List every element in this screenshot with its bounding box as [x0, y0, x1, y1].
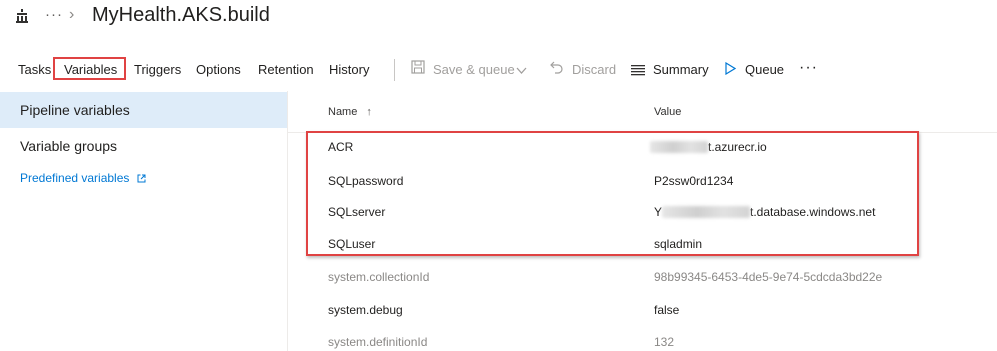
- variable-name[interactable]: system.debug: [328, 303, 403, 317]
- chevron-down-icon[interactable]: [516, 62, 527, 80]
- breadcrumb-separator: ›: [69, 6, 75, 23]
- undo-icon: [550, 60, 564, 79]
- nav-variable-groups[interactable]: Variable groups: [0, 128, 287, 164]
- header-bar: ··· › MyHealth.AKS.build: [0, 0, 997, 36]
- list-icon: [631, 63, 645, 81]
- annotation-highlight-box: [306, 131, 919, 256]
- tab-history[interactable]: History: [329, 62, 369, 77]
- variable-name: system.collectionId: [328, 270, 430, 284]
- tab-tasks[interactable]: Tasks: [18, 62, 51, 77]
- variable-value: 98b99345-6453-4de5-9e74-5cdcda3bd22e: [654, 270, 883, 284]
- tab-retention[interactable]: Retention: [258, 62, 314, 77]
- variables-nav: Pipeline variables Variable groups Prede…: [0, 91, 287, 351]
- column-header-name[interactable]: Name ↑: [328, 106, 372, 118]
- summary-button[interactable]: Summary: [653, 62, 709, 77]
- sort-ascending-icon: ↑: [366, 106, 372, 118]
- tab-variables-highlight: [53, 57, 126, 80]
- external-link-icon: [137, 172, 146, 186]
- tab-options[interactable]: Options: [196, 62, 241, 77]
- queue-button[interactable]: Queue: [745, 62, 784, 77]
- nav-item-label: Pipeline variables: [20, 102, 130, 118]
- variable-value[interactable]: false: [654, 303, 679, 317]
- save-icon: [411, 60, 425, 79]
- discard-button[interactable]: Discard: [572, 62, 616, 77]
- nav-item-label: Variable groups: [20, 138, 118, 154]
- more-actions-button[interactable]: ···: [799, 59, 818, 77]
- column-label: Name: [328, 106, 358, 118]
- column-header-value: Value: [654, 106, 682, 118]
- nav-pipeline-variables[interactable]: Pipeline variables: [0, 92, 287, 128]
- predefined-variables-link[interactable]: Predefined variables: [20, 171, 146, 186]
- breadcrumb-more-button[interactable]: ···: [45, 6, 63, 23]
- variable-name: system.definitionId: [328, 335, 428, 349]
- play-icon: [725, 61, 737, 80]
- build-pipeline-icon[interactable]: [16, 9, 28, 23]
- save-queue-button[interactable]: Save & queue: [433, 62, 515, 77]
- variable-value: 132: [654, 335, 675, 349]
- toolbar-divider: [394, 59, 395, 81]
- tab-bar: Tasks Variables Triggers Options Retenti…: [0, 56, 997, 84]
- link-label: Predefined variables: [20, 171, 130, 185]
- page-title: MyHealth.AKS.build: [92, 4, 270, 26]
- tab-triggers[interactable]: Triggers: [134, 62, 181, 77]
